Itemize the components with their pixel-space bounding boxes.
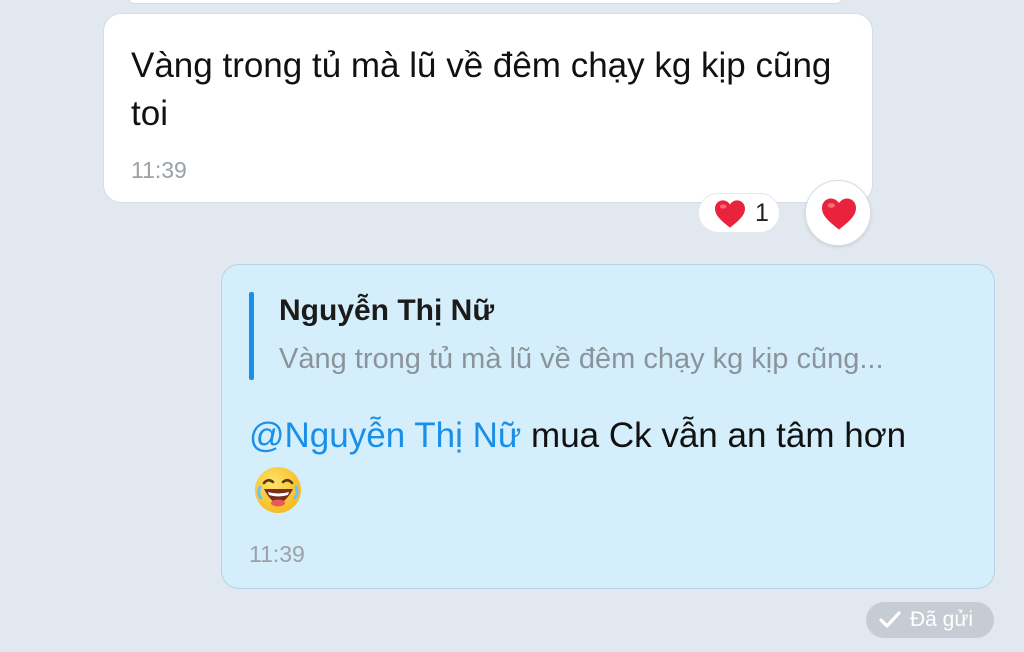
outgoing-message-time: 11:39 [249, 541, 305, 567]
heart-icon [822, 198, 856, 230]
reply-body-text: mua Ck vẫn an tâm hơn [521, 416, 907, 455]
incoming-message-text: Vàng trong tủ mà lũ về đêm chạy kg kịp c… [131, 46, 832, 133]
reaction-summary[interactable]: 1 [698, 193, 780, 233]
laughing-face-icon [255, 466, 301, 513]
previous-message-edge [128, 0, 842, 4]
reaction-count: 1 [755, 199, 769, 227]
sent-status-label: Đã gửi [910, 608, 974, 631]
incoming-message-bubble[interactable]: Vàng trong tủ mà lũ về đêm chạy kg kịp c… [103, 13, 873, 203]
heart-icon [715, 200, 745, 228]
quoted-message-text: Vàng trong tủ mà lũ về đêm chạy kg kịp c… [279, 343, 884, 375]
quote-bar [249, 292, 254, 380]
quoted-sender-name: Nguyễn Thị Nữ [279, 294, 495, 327]
react-button[interactable] [805, 180, 871, 246]
mention-link[interactable]: @Nguyễn Thị Nữ [249, 416, 521, 455]
reply-message-text: @Nguyễn Thị Nữ mua Ck vẫn an tâm hơn [249, 410, 969, 515]
check-icon [879, 611, 901, 628]
sent-status-badge: Đã gửi [866, 602, 994, 638]
outgoing-message-bubble[interactable]: Nguyễn Thị Nữ Vàng trong tủ mà lũ về đêm… [221, 264, 995, 589]
incoming-message-time: 11:39 [131, 157, 187, 183]
